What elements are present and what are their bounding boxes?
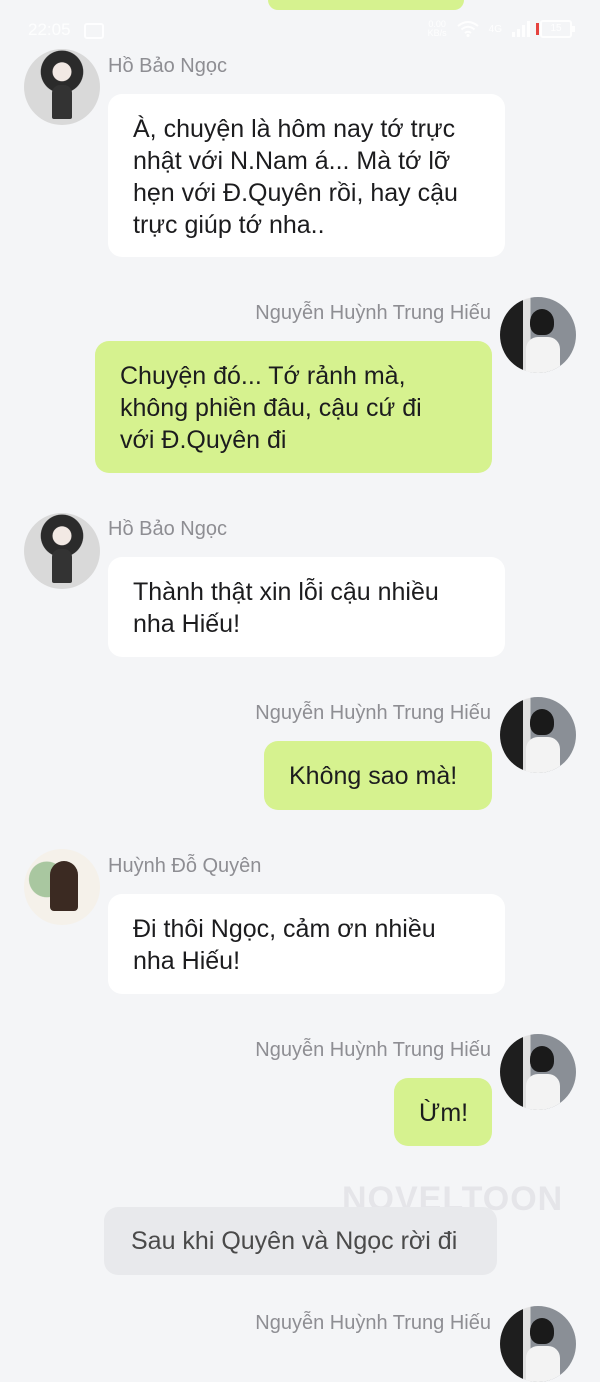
- message-text: Ừm!: [419, 1099, 469, 1127]
- sender-name: Hồ Bảo Ngọc: [108, 55, 227, 77]
- network-speed: 0.00 KB/s: [427, 19, 447, 38]
- message-text: À, chuyện là hôm nay tớ trực nhật với N.…: [133, 115, 458, 239]
- message-bubble-left[interactable]: Đi thôi Ngọc, cảm ơn nhiều nha Hiếu!: [108, 894, 505, 994]
- message-text: Đi thôi Ngọc, cảm ơn nhiều nha Hiếu!: [133, 915, 436, 975]
- sender-name: Nguyễn Huỳnh Trung Hiếu: [255, 302, 491, 324]
- avatar-nguyen-huynh-trung-hieu[interactable]: [500, 1306, 576, 1382]
- message-bubble-right[interactable]: Không sao mà!: [264, 741, 492, 810]
- battery-icon: 15: [536, 20, 575, 38]
- avatar-ho-bao-ngoc[interactable]: [24, 513, 100, 589]
- status-time: 22:05: [28, 20, 71, 39]
- message-bubble-right[interactable]: Chuyện đó... Tớ rảnh mà, không phiền đâu…: [95, 341, 492, 473]
- sender-name: Nguyễn Huỳnh Trung Hiếu: [255, 1312, 491, 1334]
- wifi-icon: [457, 21, 479, 37]
- previous-message-bubble-partial: [268, 0, 464, 10]
- avatar-ho-bao-ngoc[interactable]: [24, 49, 100, 125]
- avatar-nguyen-huynh-trung-hieu[interactable]: [500, 697, 576, 773]
- message-text: Thành thật xin lỗi cậu nhiều nha Hiếu!: [133, 578, 439, 638]
- message-bubble-left[interactable]: Thành thật xin lỗi cậu nhiều nha Hiếu!: [108, 557, 505, 657]
- message-notification-icon: [84, 23, 104, 39]
- avatar-nguyen-huynh-trung-hieu[interactable]: [500, 297, 576, 373]
- avatar-huynh-do-quyen[interactable]: [24, 849, 100, 925]
- status-indicators: 0.00 KB/s 4G 15: [427, 19, 575, 38]
- narration-text: Sau khi Quyên và Ngọc rời đi: [131, 1227, 458, 1255]
- message-bubble-right[interactable]: Ừm!: [394, 1078, 492, 1146]
- message-bubble-left[interactable]: À, chuyện là hôm nay tớ trực nhật với N.…: [108, 94, 505, 257]
- signal-bars-icon: [512, 21, 530, 37]
- avatar-nguyen-huynh-trung-hieu[interactable]: [500, 1034, 576, 1110]
- sender-name: Hồ Bảo Ngọc: [108, 518, 227, 540]
- message-text: Không sao mà!: [289, 762, 458, 790]
- message-text: Chuyện đó... Tớ rảnh mà, không phiền đâu…: [120, 362, 422, 454]
- battery-low-indicator: [536, 23, 539, 35]
- narration-bubble[interactable]: Sau khi Quyên và Ngọc rời đi: [104, 1207, 497, 1275]
- battery-level: 15: [550, 23, 562, 34]
- signal-label: 4G: [488, 23, 502, 35]
- sender-name: Huỳnh Đỗ Quyên: [108, 855, 262, 877]
- sender-name: Nguyễn Huỳnh Trung Hiếu: [255, 702, 491, 724]
- sender-name: Nguyễn Huỳnh Trung Hiếu: [255, 1039, 491, 1061]
